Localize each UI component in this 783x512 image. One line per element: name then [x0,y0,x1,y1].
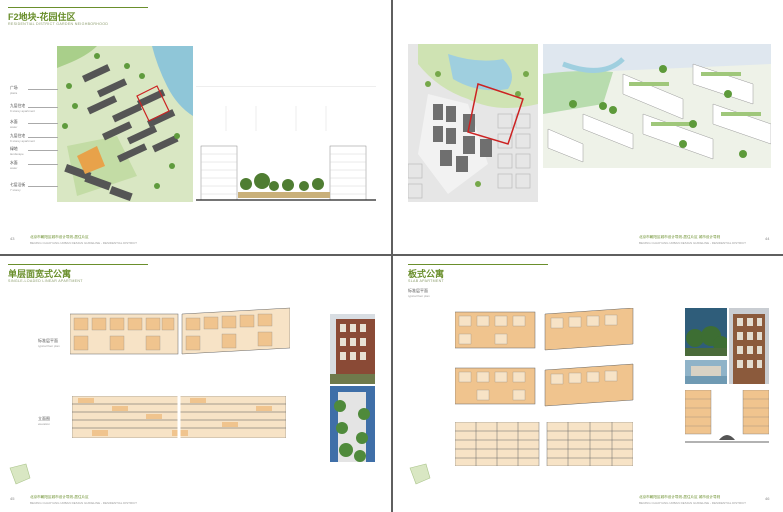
legend-item: 九层住宅 9 storey apartment [10,134,36,143]
building-photo [729,308,769,384]
leader-line [28,137,58,138]
footer-subtitle: BEIJING CHAOYANG URBAN DESIGN GUIDELINE … [30,241,138,245]
footer-subtitle: BEIJING CHAOYANG URBAN DESIGN GUIDELINE … [639,241,747,245]
legend-item: 绿地 landscape [10,147,24,156]
legend-item: 九层住宅 9 storey apartment [10,104,36,113]
page-number: 45 [10,496,15,501]
footer-title: 北京市朝阳区城市设计导则-居住片区 [30,495,89,499]
building-photo [330,386,375,462]
plan-label-en: typical floor plan [38,344,60,348]
floor-plan-drawing [455,308,634,407]
footer-title: 北京市朝阳区城市设计导则-居住片区 城市设计导则 [639,235,721,239]
leader-line [28,164,58,165]
leader-line [28,107,58,108]
page-single-loaded-apartment: 单层面宽式公寓 SINGLE-LOADED LINEAR APARTMENT 标… [0,256,391,512]
section-diagram [685,390,769,443]
site-plan-map [57,46,193,202]
title-rule [8,7,148,8]
aerial-perspective [543,44,771,168]
leader-line [28,150,58,151]
building-photo [685,360,727,384]
legend-item: 广场 plaza [10,86,18,95]
footer-subtitle: BEIJING CHAOYANG URBAN DESIGN GUIDELINE … [639,501,747,505]
legend-item: 水面 water [10,161,18,170]
page-subtitle: SLAB APARTMENT [408,279,445,283]
title-rule [408,264,548,265]
page-number: 43 [10,236,15,241]
leader-line [28,186,58,187]
site-key-map-icon [409,463,431,485]
page-number: 44 [765,236,770,241]
elevation-drawing [72,396,286,438]
floor-plan-drawing [70,307,290,355]
page-subtitle: SINGLE-LOADED LINEAR APARTMENT [8,279,83,283]
page-aerial-views: 44 北京市朝阳区城市设计导则-居住片区 城市设计导则 BEIJING CHAO… [393,0,783,254]
plan-label-en: typical floor plan [408,294,430,298]
site-key-map-icon [9,463,31,485]
building-photo [330,314,375,384]
elevation-drawing [455,422,633,466]
page-slab-apartment: 板式公寓 SLAB APARTMENT 标准层平面 typical floor … [393,256,783,512]
footer-title: 北京市朝阳区城市设计导则-居住片区 城市设计导则 [639,495,721,499]
page-number: 46 [765,496,770,501]
leader-line [28,123,58,124]
title-rule [8,264,148,265]
building-photo [685,308,727,356]
aerial-plan-map [408,44,538,202]
page-f2-garden-district: F2地块-花园住区 RESIDENTIAL DISTRICT GARDEN NE… [0,0,391,254]
footer-subtitle: BEIJING CHAOYANG URBAN DESIGN GUIDELINE … [30,501,138,505]
footer-title: 北京市朝阳区城市设计导则-居住片区 [30,235,89,239]
section-drawing [196,86,376,201]
leader-line [28,89,58,90]
page-subtitle: RESIDENTIAL DISTRICT GARDEN NEIGHBORHOOD [8,22,109,26]
legend-item: 水面 water [10,120,18,129]
legend-item: 七层沿街 7 storey [10,183,26,192]
elevation-label-en: elevation [38,422,51,426]
